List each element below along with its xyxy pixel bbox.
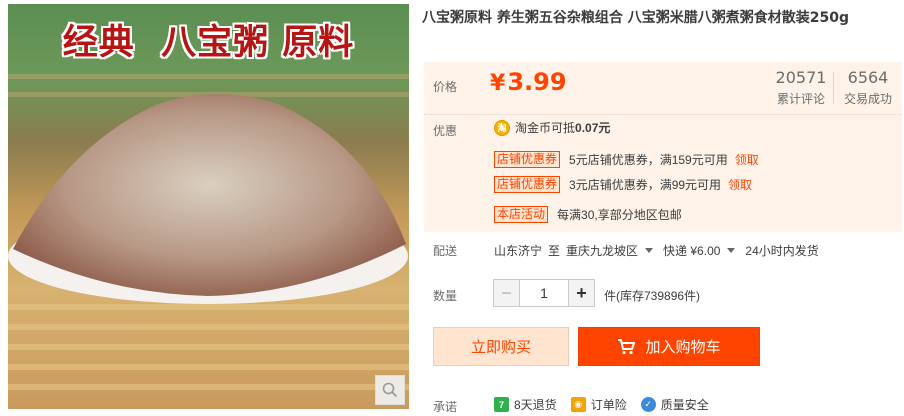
quantity-stepper: − + [493,279,595,309]
price-panel: 价格 ¥3.99 20571 累计评论 6564 交易成功 优惠 淘 淘金币可抵… [424,62,902,232]
price-label: 价格 [433,80,458,94]
stat-divider [833,72,834,104]
coupon-text: 5元店铺优惠券，满159元可用 [569,153,728,167]
delivery-row: 山东济宁 至 重庆九龙坡区 快递 ¥6.00 24小时内发货 [494,242,819,259]
promise-label: 承诺 [433,400,458,414]
promise-quality[interactable]: ✓ 质量安全 [640,396,709,413]
zoom-button[interactable] [375,375,405,405]
price-value: ¥3.99 [490,68,567,96]
product-image[interactable]: 经典 八宝粥 原料 [8,4,409,409]
magnifier-icon [382,382,398,398]
coupon-tag: 店铺优惠券 [494,176,561,193]
sales-count-stat: 6564 交易成功 [840,68,896,107]
chevron-down-icon [645,248,654,253]
quantity-label: 数量 [433,289,458,303]
buy-now-button[interactable]: 立即购买 [433,327,569,366]
panel-divider [424,114,902,115]
promise-return[interactable]: 7 8天退货 [494,396,557,413]
coin-icon: 淘 [494,119,510,136]
promise-insurance-text: 订单险 [590,398,627,412]
promise-return-text: 8天退货 [514,398,557,412]
stock-text: 件(库存739896件) [604,289,701,303]
promise-row: 7 8天退货 ◉ 订单险 ✓ 质量安全 [494,396,723,413]
coupon-row: 店铺优惠券 3元店铺优惠券，满99元可用 领取 [494,176,752,193]
delivery-destination: 重庆九龙坡区 [566,244,639,258]
shipping-dropdown[interactable]: 快递 ¥6.00 [663,242,745,259]
return-icon: 7 [494,397,509,412]
delivery-to: 至 [548,244,561,258]
currency-symbol: ¥ [490,71,506,96]
image-headline: 经典 八宝粥 原料 [62,23,355,63]
coin-amount: 0.07元 [575,121,611,135]
sales-count: 6564 [847,68,889,87]
promotions-label: 优惠 [433,124,458,138]
review-count-label: 累计评论 [776,92,825,106]
promise-insurance[interactable]: ◉ 订单险 [570,396,627,413]
sales-count-label: 交易成功 [843,92,892,106]
destination-dropdown[interactable]: 重庆九龙坡区 [566,242,663,259]
coupon-row: 店铺优惠券 5元店铺优惠券，满159元可用 领取 [494,151,759,168]
taobao-coin-row: 淘 淘金币可抵 0.07元 [494,119,610,136]
delivery-origin: 山东济宁 [494,244,543,258]
review-count-stat[interactable]: 20571 累计评论 [774,68,828,107]
cart-icon [618,338,636,354]
add-to-cart-label: 加入购物车 [645,338,721,356]
insurance-icon: ◉ [570,397,586,412]
promise-quality-text: 质量安全 [660,398,709,412]
store-activity-row: 本店活动 每满30,享部分地区包邮 [494,206,682,223]
coupon-text: 3元店铺优惠券，满99元可用 [569,178,722,192]
delivery-label: 配送 [433,244,458,258]
chevron-down-icon [727,248,736,253]
add-to-cart-button[interactable]: 加入购物车 [578,327,760,366]
shield-icon: ✓ [640,397,656,412]
claim-coupon-link[interactable]: 领取 [728,176,752,193]
quantity-increase-button[interactable]: + [568,279,595,307]
price-amount: 3.99 [507,68,567,96]
claim-coupon-link[interactable]: 领取 [735,151,759,168]
coin-text: 淘金币可抵 [515,121,576,135]
quantity-input[interactable] [520,279,568,307]
quantity-decrease-button[interactable]: − [493,279,520,307]
shipping-fee: 快递 ¥6.00 [663,244,721,258]
review-count: 20571 [775,68,827,87]
coupon-tag: 店铺优惠券 [494,151,561,168]
product-title: 八宝粥原料 养生粥五谷杂粮组合 八宝粥米腊八粥煮粥食材散装250g [422,10,849,26]
dispatch-time: 24小时内发货 [745,244,819,258]
activity-text: 每满30,享部分地区包邮 [557,208,682,222]
activity-tag: 本店活动 [494,206,549,223]
